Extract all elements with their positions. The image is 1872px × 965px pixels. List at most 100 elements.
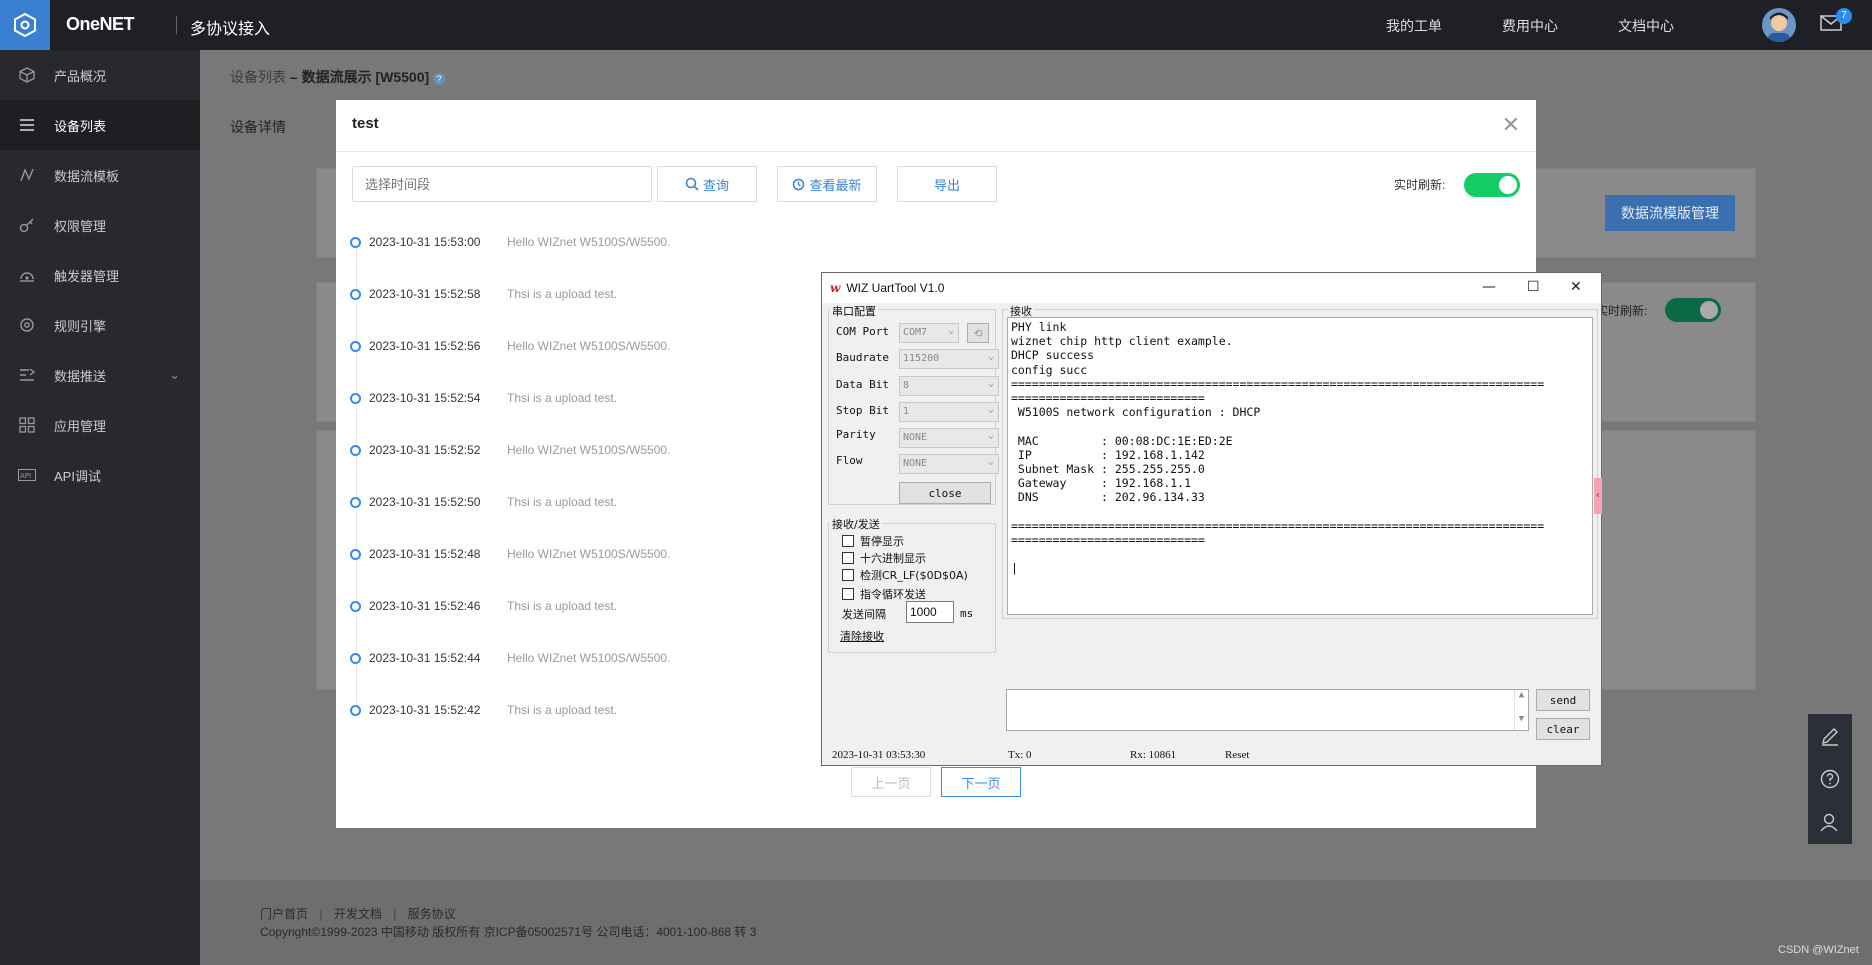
- sidebar-item-triggers[interactable]: 触发器管理: [0, 250, 200, 300]
- send-textarea[interactable]: ▲ ▼: [1006, 689, 1529, 731]
- refresh-port-icon[interactable]: ⟲: [967, 323, 989, 343]
- parity-select[interactable]: NONE: [899, 427, 999, 448]
- status-reset-button[interactable]: Reset: [1225, 749, 1249, 761]
- sidebar-item-permissions[interactable]: 权限管理: [0, 200, 200, 250]
- refresh-icon: [793, 178, 805, 190]
- sidebar-item-device-list[interactable]: 设备列表: [0, 100, 200, 150]
- modal-title: test: [352, 115, 379, 132]
- sidebar-item-overview[interactable]: 产品概况: [0, 50, 200, 100]
- nav-docs[interactable]: 文档中心: [1618, 16, 1674, 36]
- timeline-item: 2023-10-31 15:52:46 Thsi is a upload test…: [350, 596, 617, 616]
- background-realtime-label: 实时刷新:: [1596, 304, 1648, 318]
- timeline-time: 2023-10-31 15:52:46: [369, 599, 481, 613]
- pause-display-checkbox[interactable]: 暂停显示: [842, 533, 904, 549]
- timeline-time: 2023-10-31 15:52:48: [369, 547, 481, 561]
- footer-links: 门户首页 | 开发文档 | 服务协议: [260, 907, 456, 921]
- sidebar-item-label: 触发器管理: [54, 268, 120, 284]
- parity-label: Parity: [836, 428, 876, 441]
- query-button[interactable]: 查询: [657, 166, 757, 202]
- clear-send-button[interactable]: clear: [1536, 718, 1590, 740]
- com-port-select[interactable]: COM7: [899, 322, 959, 343]
- stream-template-manage-button[interactable]: 数据流模版管理: [1605, 195, 1735, 231]
- timeline-dot: [350, 236, 361, 248]
- timeline-message: Thsi is a upload test.: [507, 495, 618, 509]
- realtime-refresh-toggle[interactable]: [1464, 173, 1520, 197]
- breadcrumb-parent[interactable]: 设备列表: [230, 69, 286, 85]
- view-latest-button[interactable]: 查看最新: [777, 166, 877, 202]
- timeline-dot: [350, 600, 361, 612]
- data-bit-select[interactable]: 8: [899, 375, 999, 396]
- divider: [176, 16, 177, 34]
- sidebar-item-api-debug[interactable]: API API调试: [0, 450, 200, 500]
- nav-billing[interactable]: 费用中心: [1502, 16, 1558, 36]
- collapse-handle-icon[interactable]: ‹: [1594, 478, 1602, 514]
- sidebar-item-label: 规则引擎: [54, 318, 107, 334]
- timeline-message: Hello WIZnet W5100S/W5500.: [507, 339, 671, 353]
- footer-link-dev-docs[interactable]: 开发文档: [334, 907, 382, 921]
- timeline-line: [356, 244, 357, 714]
- interval-unit: ms: [960, 607, 974, 620]
- timeline-time: 2023-10-31 15:52:54: [369, 391, 481, 405]
- sidebar-item-label: 数据推送: [54, 368, 107, 384]
- watermark: CSDN @WIZnet: [1778, 944, 1859, 956]
- hex-display-checkbox[interactable]: 十六进制显示: [842, 550, 926, 566]
- send-scrollbar[interactable]: ▲ ▼: [1514, 690, 1528, 730]
- sidebar-item-label: 设备列表: [54, 118, 107, 134]
- timeline-dot: [350, 496, 361, 508]
- brand-logo[interactable]: OneNET: [66, 14, 135, 35]
- api-icon: API: [18, 466, 36, 484]
- close-port-button[interactable]: close: [899, 482, 991, 504]
- baudrate-select[interactable]: 115200: [899, 348, 999, 369]
- breadcrumb-current: – 数据流展示 [W5500]: [289, 69, 430, 85]
- status-rx: Rx: 10861: [1130, 749, 1177, 761]
- send-interval-input[interactable]: 1000: [906, 601, 954, 623]
- sidebar-item-rule-engine[interactable]: 规则引擎: [0, 300, 200, 350]
- timeline-dot: [350, 340, 361, 352]
- chevron-down-icon[interactable]: ⌄: [169, 367, 180, 383]
- avatar[interactable]: [1762, 8, 1796, 42]
- window-close-icon[interactable]: ✕: [1570, 279, 1582, 295]
- detect-crlf-checkbox[interactable]: 检测CR_LF($0D$0A): [842, 567, 968, 583]
- edit-icon[interactable]: [1820, 726, 1840, 746]
- sidebar-item-label: 数据流模板: [54, 168, 120, 184]
- stop-bit-label: Stop Bit: [836, 404, 889, 417]
- trigger-icon: [18, 266, 36, 284]
- stop-bit-select[interactable]: 1: [899, 401, 999, 422]
- timeline-message: Hello WIZnet W5100S/W5500.: [507, 651, 671, 665]
- export-button[interactable]: 导出: [897, 166, 997, 202]
- home-logo-icon[interactable]: [0, 0, 50, 50]
- checkbox-label: 暂停显示: [860, 535, 904, 548]
- timeline-item: 2023-10-31 15:52:50 Thsi is a upload test…: [350, 492, 617, 512]
- timeline-message: Thsi is a upload test.: [507, 703, 618, 717]
- receive-textarea[interactable]: PHY link wiznet chip http client example…: [1007, 317, 1593, 615]
- sidebar-item-app-management[interactable]: 应用管理: [0, 400, 200, 450]
- help-circle-icon[interactable]: [1820, 769, 1840, 789]
- tab-device-detail[interactable]: 设备详情: [230, 117, 286, 137]
- sidebar-item-label: 应用管理: [54, 418, 107, 434]
- background-realtime-toggle[interactable]: [1665, 298, 1721, 322]
- uart-title-bar[interactable]: w WIZ UartTool V1.0 — ☐ ✕: [822, 273, 1601, 303]
- status-time: 2023-10-31 03:53:30: [832, 749, 926, 761]
- next-page-button[interactable]: 下一页: [941, 767, 1021, 797]
- send-button[interactable]: send: [1536, 689, 1590, 711]
- flow-select[interactable]: NONE: [899, 453, 999, 474]
- customer-service-icon[interactable]: [1820, 812, 1840, 832]
- breadcrumb: 设备列表 – 数据流展示 [W5500] ?: [230, 67, 446, 87]
- sidebar-item-data-push[interactable]: 数据推送 ⌄: [0, 350, 200, 400]
- footer-link-home[interactable]: 门户首页: [260, 907, 308, 921]
- sidebar-item-stream-template[interactable]: 数据流模板: [0, 150, 200, 200]
- nav-my-tickets[interactable]: 我的工单: [1386, 16, 1442, 36]
- time-range-input[interactable]: [352, 166, 652, 202]
- footer: 门户首页 | 开发文档 | 服务协议 Copyright©1999-2023 中…: [200, 880, 1872, 965]
- clear-receive-link[interactable]: 清除接收: [840, 628, 884, 644]
- loop-send-checkbox[interactable]: 指令循环发送: [842, 586, 926, 602]
- data-bit-label: Data Bit: [836, 378, 889, 391]
- maximize-icon[interactable]: ☐: [1527, 279, 1540, 295]
- minimize-icon[interactable]: —: [1482, 279, 1496, 295]
- close-icon[interactable]: ✕: [1502, 112, 1520, 138]
- prev-page-button[interactable]: 上一页: [851, 767, 931, 797]
- help-icon[interactable]: ?: [433, 73, 446, 85]
- send-interval-label: 发送间隔: [842, 608, 886, 621]
- footer-link-service-agreement[interactable]: 服务协议: [408, 907, 456, 921]
- timeline-dot: [350, 444, 361, 456]
